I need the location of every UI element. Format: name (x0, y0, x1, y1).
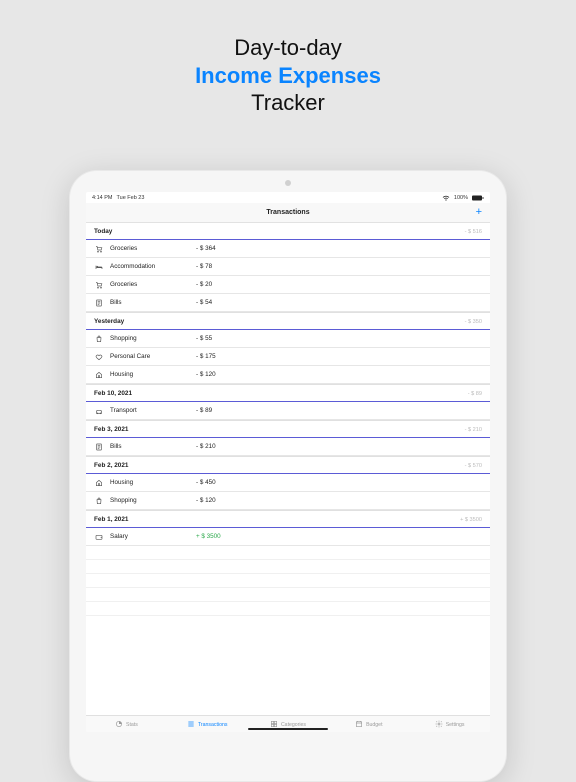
section-header: Yesterday - $ 350 (86, 312, 490, 330)
transaction-row[interactable]: Bills- $ 210 (86, 438, 490, 456)
transaction-row[interactable]: Personal Care- $ 175 (86, 348, 490, 366)
transaction-row[interactable]: Shopping- $ 55 (86, 330, 490, 348)
promo-line-2: Income Expenses (0, 62, 576, 90)
section-total: - $ 210 (465, 427, 482, 433)
transaction-row[interactable]: Groceries- $ 20 (86, 276, 490, 294)
transaction-category: Transport (110, 407, 196, 414)
nav-bar: Transactions + (86, 203, 490, 223)
section-title: Yesterday (94, 318, 124, 325)
app-screen: 4:14 PM Tue Feb 23 100% Transactions + T… (86, 192, 490, 732)
section-title: Today (94, 228, 112, 235)
tab-budget[interactable]: Budget (328, 720, 409, 730)
transaction-category: Accommodation (110, 263, 196, 270)
section-header: Feb 10, 2021 - $ 89 (86, 384, 490, 402)
transaction-amount: - $ 175 (196, 353, 482, 360)
tab-label: Settings (446, 722, 465, 728)
transaction-row[interactable]: Transport- $ 89 (86, 402, 490, 420)
empty-rows (86, 546, 490, 616)
doc-icon (94, 299, 104, 307)
transaction-row[interactable]: Shopping- $ 120 (86, 492, 490, 510)
bag-icon (94, 335, 104, 343)
section-header: Today - $ 516 (86, 223, 490, 240)
car-icon (94, 407, 104, 415)
transaction-row[interactable]: Accommodation- $ 78 (86, 258, 490, 276)
wallet-icon (94, 533, 104, 541)
promo-line-1: Day-to-day (0, 34, 576, 62)
transaction-row[interactable]: Groceries- $ 364 (86, 240, 490, 258)
battery-icon (472, 195, 484, 201)
section-header: Feb 1, 2021 + $ 3500 (86, 510, 490, 528)
transaction-category: Personal Care (110, 353, 196, 360)
section-title: Feb 3, 2021 (94, 426, 128, 433)
heart-icon (94, 353, 104, 361)
cart-icon (94, 245, 104, 253)
transaction-amount: - $ 55 (196, 335, 482, 342)
transaction-amount: - $ 89 (196, 407, 482, 414)
section-header: Feb 3, 2021 - $ 210 (86, 420, 490, 438)
transaction-row[interactable]: Housing- $ 450 (86, 474, 490, 492)
budget-icon (355, 720, 363, 730)
add-transaction-button[interactable]: + (476, 207, 482, 218)
transaction-category: Salary (110, 533, 196, 540)
transaction-category: Groceries (110, 281, 196, 288)
gear-icon (435, 720, 443, 730)
cart-icon (94, 281, 104, 289)
tab-settings[interactable]: Settings (409, 720, 490, 730)
tab-label: Transactions (198, 722, 228, 728)
status-time: 4:14 PM (92, 195, 112, 201)
status-bar: 4:14 PM Tue Feb 23 100% (86, 192, 490, 203)
transaction-list[interactable]: Today- $ 516Groceries- $ 364Accommodatio… (86, 223, 490, 715)
section-total: - $ 570 (465, 463, 482, 469)
transaction-category: Bills (110, 299, 196, 306)
transaction-amount: - $ 20 (196, 281, 482, 288)
section-total: + $ 3500 (460, 517, 482, 523)
house-icon (94, 479, 104, 487)
house-icon (94, 371, 104, 379)
tab-label: Budget (366, 722, 382, 728)
page-title: Transactions (266, 209, 309, 216)
transaction-amount: - $ 78 (196, 263, 482, 270)
section-total: - $ 89 (468, 391, 482, 397)
device-camera (285, 180, 291, 186)
transaction-category: Housing (110, 371, 196, 378)
transaction-amount: - $ 120 (196, 371, 482, 378)
section-title: Feb 2, 2021 (94, 462, 128, 469)
tab-label: Stats (126, 722, 138, 728)
device-frame: 4:14 PM Tue Feb 23 100% Transactions + T… (69, 170, 507, 782)
tab-stats[interactable]: Stats (86, 720, 167, 730)
bed-icon (94, 263, 104, 271)
transaction-row[interactable]: Bills- $ 54 (86, 294, 490, 312)
doc-icon (94, 443, 104, 451)
transaction-row[interactable]: Salary+ $ 3500 (86, 528, 490, 546)
wifi-icon (442, 195, 450, 201)
transaction-amount: - $ 364 (196, 245, 482, 252)
section-header: Feb 2, 2021 - $ 570 (86, 456, 490, 474)
stats-icon (115, 720, 123, 730)
section-title: Feb 10, 2021 (94, 390, 132, 397)
transaction-category: Groceries (110, 245, 196, 252)
transaction-category: Bills (110, 443, 196, 450)
status-battery-pct: 100% (454, 195, 468, 201)
lines-icon (187, 720, 195, 730)
transaction-amount: - $ 450 (196, 479, 482, 486)
promo-heading: Day-to-day Income Expenses Tracker (0, 0, 576, 117)
transaction-amount: + $ 3500 (196, 533, 482, 540)
transaction-amount: - $ 210 (196, 443, 482, 450)
section-total: - $ 516 (465, 229, 482, 235)
transaction-amount: - $ 54 (196, 299, 482, 306)
promo-line-3: Tracker (0, 89, 576, 117)
section-title: Feb 1, 2021 (94, 516, 128, 523)
transaction-category: Shopping (110, 335, 196, 342)
transaction-amount: - $ 120 (196, 497, 482, 504)
transaction-category: Shopping (110, 497, 196, 504)
tab-transactions[interactable]: Transactions (167, 720, 248, 730)
status-date: Tue Feb 23 (116, 195, 144, 201)
home-indicator (248, 728, 328, 731)
bag-icon (94, 497, 104, 505)
section-total: - $ 350 (465, 319, 482, 325)
transaction-category: Housing (110, 479, 196, 486)
transaction-row[interactable]: Housing- $ 120 (86, 366, 490, 384)
